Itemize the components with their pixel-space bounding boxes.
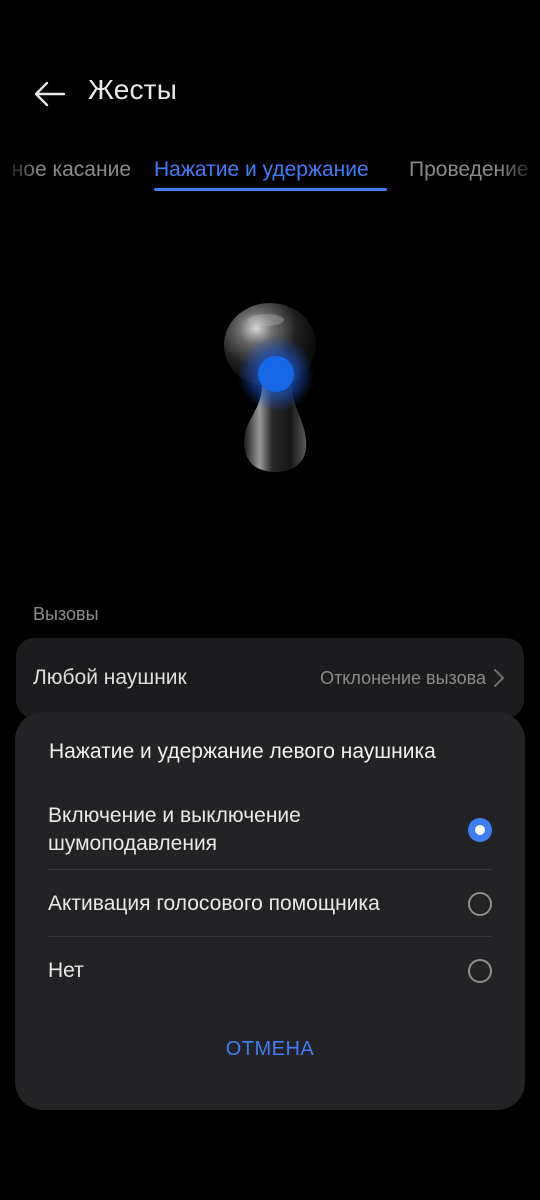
back-button[interactable] <box>28 72 72 116</box>
option-label: Нет <box>48 959 84 982</box>
tab-press-and-hold[interactable]: Нажатие и удержание <box>154 158 369 182</box>
setting-any-earbud[interactable]: Любой наушник Отклонение вызова <box>16 638 524 718</box>
active-tab-indicator <box>154 188 387 191</box>
radio-selected-icon[interactable] <box>468 818 492 842</box>
cancel-button[interactable]: ОТМЕНА <box>15 1038 525 1061</box>
chevron-right-icon <box>494 669 504 687</box>
divider <box>48 869 492 870</box>
option-none[interactable]: Нет <box>48 957 492 985</box>
option-noise-cancellation[interactable]: Включение и выключение шумоподавления <box>48 802 492 858</box>
tab-swipe[interactable]: Проведение <box>409 158 529 182</box>
arrow-left-icon <box>34 81 66 107</box>
options-dialog: Нажатие и удержание левого наушника Вклю… <box>15 712 525 1110</box>
gesture-tabs: ное касание Нажатие и удержание Проведен… <box>0 150 540 198</box>
setting-value: Отклонение вызова <box>320 668 486 688</box>
tab-tap[interactable]: ное касание <box>12 158 131 182</box>
divider <box>48 936 492 937</box>
app-header: Жесты <box>0 0 540 150</box>
earbud-illustration <box>200 290 340 490</box>
page-title: Жесты <box>88 74 178 105</box>
dialog-title: Нажатие и удержание левого наушника <box>49 740 436 763</box>
radio-unselected-icon[interactable] <box>468 892 492 916</box>
setting-label: Любой наушник <box>33 666 187 689</box>
radio-unselected-icon[interactable] <box>468 959 492 983</box>
touch-point-icon <box>258 356 294 392</box>
option-voice-assistant[interactable]: Активация голосового помощника <box>48 890 492 918</box>
section-label-calls: Вызовы <box>33 604 99 624</box>
option-label: Активация голосового помощника <box>48 892 380 915</box>
option-label: Включение и выключение шумоподавления <box>48 804 301 855</box>
